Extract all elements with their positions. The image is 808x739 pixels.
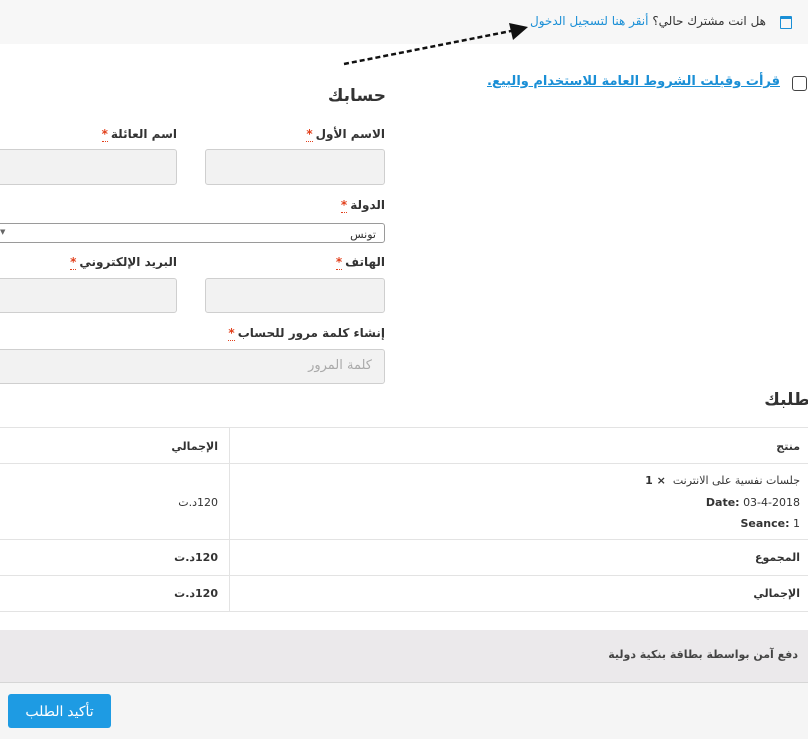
table-border-item xyxy=(0,539,808,540)
table-border-bottom xyxy=(0,611,808,612)
window-icon xyxy=(780,16,792,29)
item-date: Date: 03-4-2018 xyxy=(705,496,800,509)
table-border-subtotal xyxy=(0,575,808,576)
first-name-input[interactable] xyxy=(205,149,385,185)
last-name-label: اسم العائلة* xyxy=(101,127,177,142)
password-placeholder: كلمة المرور xyxy=(308,358,372,373)
country-select-value: تونس xyxy=(350,228,376,241)
table-border-top xyxy=(0,427,808,428)
first-name-label: الاسم الأول* xyxy=(306,127,385,142)
total-value: 120د.ت xyxy=(174,587,218,600)
confirm-order-button[interactable]: تأكيد الطلب xyxy=(8,694,111,728)
login-notice: هل انت مشترك حالي؟ أنقر هنا لتسجيل الدخو… xyxy=(530,14,766,28)
order-title: طلبك xyxy=(764,390,808,410)
login-question: هل انت مشترك حالي؟ xyxy=(652,14,766,28)
terms-link[interactable]: قرأت وقبلت الشروط العامة للاستخدام والبي… xyxy=(487,74,780,89)
order-footer xyxy=(0,683,808,739)
item-seance: Seance: 1 xyxy=(740,517,800,530)
subtotal-label: المجموع xyxy=(755,551,800,564)
chevron-down-icon: ▼ xyxy=(0,228,6,236)
account-title: حسابك xyxy=(327,86,386,106)
total-label: الإجمالي xyxy=(753,587,800,600)
country-select[interactable]: تونس ▼ xyxy=(0,223,385,243)
item-price: 120د.ت xyxy=(178,496,218,509)
login-link[interactable]: أنقر هنا لتسجيل الدخول xyxy=(530,14,648,28)
country-label: الدولة* xyxy=(340,198,385,213)
total-header: الإجمالي xyxy=(171,440,218,453)
payment-method-label: دفع آمن بواسطة بطاقة بنكية دولية xyxy=(608,648,798,661)
email-input[interactable] xyxy=(0,278,177,313)
terms-checkbox[interactable] xyxy=(792,76,807,91)
password-input[interactable]: كلمة المرور xyxy=(0,349,385,384)
table-border-header xyxy=(0,463,808,464)
phone-input[interactable] xyxy=(205,278,385,313)
product-header: منتج xyxy=(776,440,800,453)
password-label: إنشاء كلمة مرور للحساب* xyxy=(228,326,385,341)
phone-label: الهاتف* xyxy=(335,255,385,270)
item-name: جلسات نفسية على الانترنت × 1 xyxy=(645,474,800,487)
subtotal-value: 120د.ت xyxy=(174,551,218,564)
table-divider xyxy=(229,427,230,612)
last-name-input[interactable] xyxy=(0,149,177,185)
email-label: البريد الإلكتروني* xyxy=(70,255,177,270)
